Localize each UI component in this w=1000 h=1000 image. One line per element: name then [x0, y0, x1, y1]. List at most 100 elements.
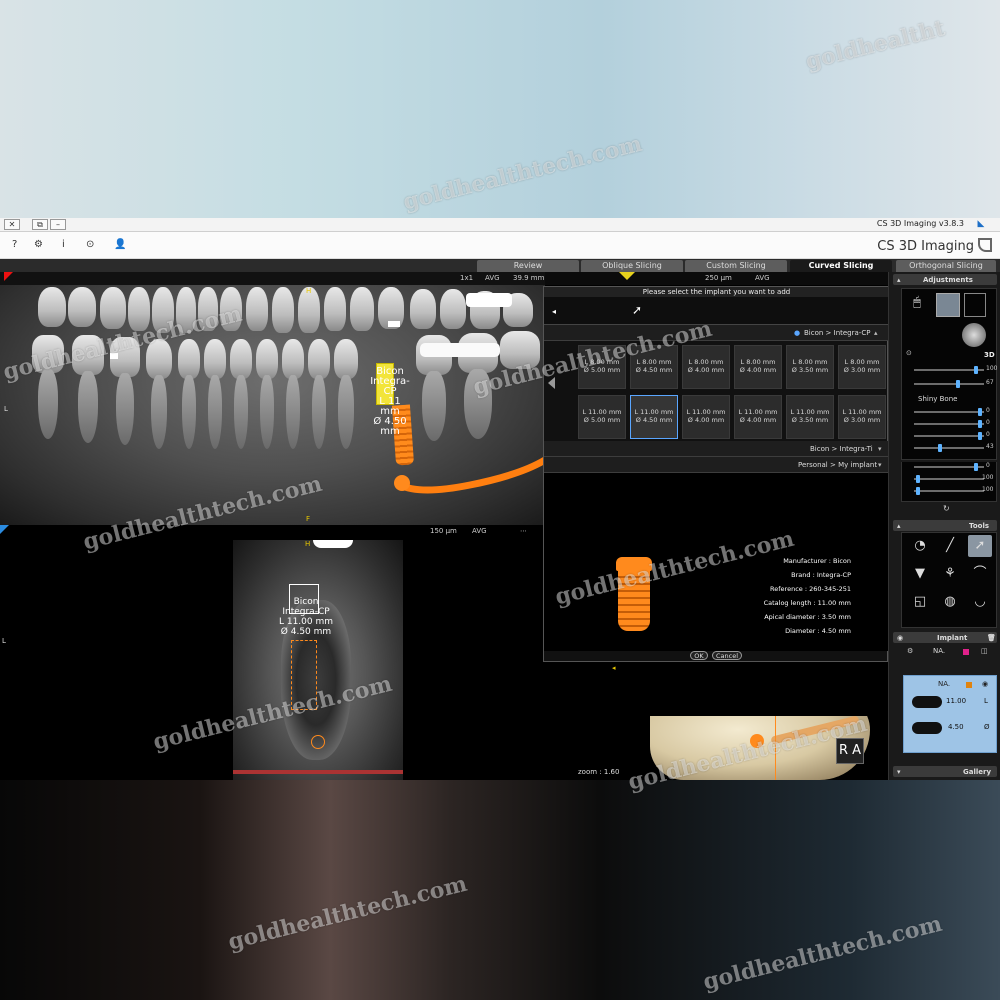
skull-3d-icon[interactable] — [962, 323, 986, 347]
pano-zoom[interactable]: 1x1 — [460, 274, 473, 282]
tab-curved-slicing[interactable]: Curved Slicing — [790, 260, 892, 272]
implant-tool-icon[interactable]: ▼ — [908, 563, 932, 585]
implant-cell[interactable]: L 11.00 mm Ø 5.00 mm — [578, 395, 626, 439]
settings-icon[interactable]: ⚙ — [34, 239, 43, 250]
info-icon[interactable]: i — [62, 239, 65, 250]
implant-cell[interactable]: L 11.00 mm Ø 4.00 mm — [734, 395, 782, 439]
tooth-tool-icon[interactable]: ◍ — [938, 591, 962, 613]
tab-oblique-slicing[interactable]: Oblique Slicing — [581, 260, 683, 272]
implant-cell[interactable]: L 8.00 mm Ø 4.50 mm — [630, 345, 678, 389]
gallery-header[interactable]: Gallery ▾ — [893, 766, 997, 777]
jaw-tool-icon[interactable]: ◡ — [968, 591, 992, 613]
section-more-icon[interactable]: ⋯ — [520, 527, 527, 535]
slider-3[interactable] — [914, 432, 984, 440]
nerve-canal[interactable] — [380, 435, 545, 515]
select-tool-icon[interactable]: ➚ — [968, 535, 992, 557]
panoramic-view[interactable]: Bicon Integra-CP L 11 mm Ø 4.50 mm L F H — [0, 285, 545, 525]
slider-4[interactable] — [914, 444, 984, 452]
render-pixel-size[interactable]: 250 µm — [705, 274, 732, 282]
3d-render-view[interactable]: R A — [640, 716, 888, 780]
line-tool-icon[interactable]: ╱ — [938, 535, 962, 557]
slider-knob[interactable] — [978, 408, 982, 416]
user-icon[interactable]: 👤 — [114, 239, 126, 250]
implant-length[interactable]: 11.00 — [946, 697, 966, 705]
adjustments-collapse-icon[interactable]: ▴ — [897, 276, 901, 284]
section-mode[interactable]: AVG — [472, 527, 487, 535]
orientation-cube[interactable]: R A — [836, 738, 864, 764]
ok-button[interactable]: OK — [690, 651, 708, 660]
slider-brightness[interactable] — [914, 380, 984, 388]
implant-header[interactable]: Implant ◉ 🗑 — [893, 632, 997, 643]
pano-thickness[interactable]: 39.9 mm — [513, 274, 544, 282]
dialog-back-icon[interactable]: ◂ — [552, 307, 556, 316]
implant-cell-selected[interactable]: L 11.00 mm Ø 4.50 mm — [630, 395, 678, 439]
preset-dropdown[interactable]: Shiny Bone — [918, 395, 957, 403]
slider-knob[interactable] — [916, 487, 920, 495]
slider-opacity[interactable] — [914, 366, 984, 374]
arch-tool-icon[interactable]: ⌒ — [968, 563, 992, 585]
visibility-icon[interactable]: ◉ — [897, 634, 903, 642]
crop-tool-icon[interactable]: ◱ — [908, 591, 932, 613]
close-window-button[interactable]: ✕ — [4, 219, 20, 230]
slider-knob[interactable] — [974, 463, 978, 471]
implant-diameter[interactable]: 4.50 — [948, 723, 964, 731]
implant-cell[interactable]: L 8.00 mm Ø 5.00 mm — [578, 345, 626, 389]
implant-color-swatch[interactable] — [963, 649, 969, 655]
implant-cell[interactable]: L 8.00 mm Ø 3.50 mm — [786, 345, 834, 389]
implant-cell[interactable]: L 8.00 mm Ø 3.00 mm — [838, 345, 886, 389]
tab-review[interactable]: Review — [477, 260, 579, 272]
tools-header[interactable]: Tools ▴ — [893, 520, 997, 531]
3d-implant[interactable] — [750, 734, 764, 748]
section-pixel-size[interactable]: 150 µm — [430, 527, 457, 535]
skull-view-icon[interactable] — [936, 293, 960, 317]
slider-knob[interactable] — [974, 366, 978, 374]
group-my-implant[interactable]: Personal > My implant ▾ — [544, 457, 889, 473]
implant-cell[interactable]: L 11.00 mm Ø 3.00 mm — [838, 395, 886, 439]
expand-icon[interactable]: ▾ — [878, 445, 882, 453]
group-integra-ti[interactable]: Bicon > Integra-Ti ▾ — [544, 441, 889, 457]
slider-2[interactable] — [914, 420, 984, 428]
slider-knob[interactable] — [978, 432, 982, 440]
gallery-expand-icon[interactable]: ▾ — [897, 768, 901, 776]
clock-icon[interactable]: ⊙ — [86, 239, 94, 250]
length-toggle[interactable] — [912, 696, 942, 708]
implant-cell[interactable]: L 11.00 mm Ø 3.50 mm — [786, 395, 834, 439]
delete-icon[interactable]: 🗑 — [987, 634, 996, 642]
implant-layer-icon[interactable]: ◫ — [981, 647, 988, 655]
slider-knob[interactable] — [938, 444, 942, 452]
implant-cell[interactable]: L 8.00 mm Ø 4.00 mm — [734, 345, 782, 389]
tab-custom-slicing[interactable]: Custom Slicing — [685, 260, 787, 272]
section-implant-outline[interactable] — [291, 640, 317, 710]
collapse-icon[interactable]: ▴ — [874, 329, 878, 337]
help-icon[interactable]: ? — [12, 239, 17, 250]
tab-orthogonal-slicing[interactable]: Orthogonal Slicing — [896, 260, 996, 272]
angle-tool-icon[interactable]: ◔ — [908, 535, 932, 557]
implant-cell[interactable]: L 8.00 mm Ø 4.00 mm — [682, 345, 730, 389]
slider-5[interactable] — [914, 463, 984, 471]
slider-knob[interactable] — [956, 380, 960, 388]
restore-window-button[interactable]: ⧉ — [32, 219, 48, 230]
diameter-toggle[interactable] — [912, 722, 942, 734]
slice-view-icon[interactable] — [964, 293, 986, 317]
slider-6[interactable] — [914, 475, 984, 483]
adjustments-header[interactable]: Adjustments ▴ — [893, 274, 997, 285]
implant-cell[interactable]: L 11.00 mm Ø 4.00 mm — [682, 395, 730, 439]
pano-mode[interactable]: AVG — [485, 274, 500, 282]
expand-icon[interactable]: ▾ — [878, 461, 882, 469]
tools-collapse-icon[interactable]: ▴ — [897, 522, 901, 530]
nerve-tool-icon[interactable]: ⚘ — [938, 563, 962, 585]
mouse-icon[interactable]: 🖱 — [908, 295, 926, 317]
dialog-scroll-left-icon[interactable] — [548, 377, 555, 389]
implant-settings-icon[interactable]: ⚙ — [907, 647, 913, 655]
slider-knob[interactable] — [978, 420, 982, 428]
slider-1[interactable] — [914, 408, 984, 416]
implant-list-eye-icon[interactable]: ◉ — [982, 680, 988, 688]
minimize-window-button[interactable]: – — [50, 219, 66, 230]
render-mode[interactable]: AVG — [755, 274, 770, 282]
group-integra-cp[interactable]: Bicon > Integra-CP ▴ ● — [544, 325, 889, 341]
cross-section-view[interactable]: Bicon Integra-CP L 11.00 mm Ø 4.50 mm H — [233, 540, 403, 780]
slider-knob[interactable] — [916, 475, 920, 483]
cancel-button[interactable]: Cancel — [712, 651, 742, 660]
reset-3d-icon[interactable]: ⊙ — [906, 349, 912, 357]
slider-7[interactable] — [914, 487, 984, 495]
